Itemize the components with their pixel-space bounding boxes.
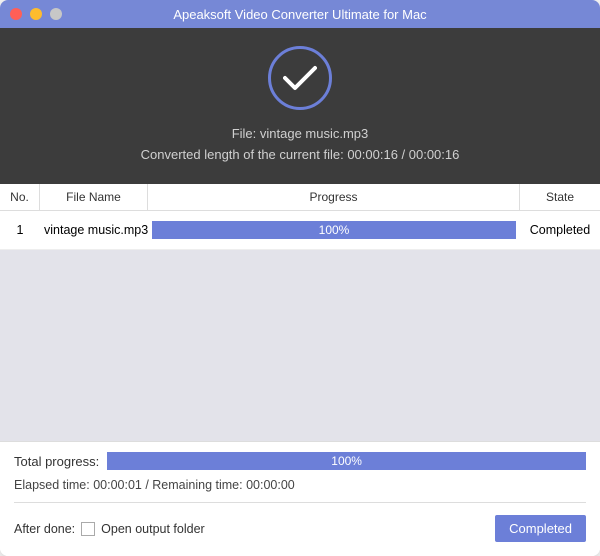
cell-state: Completed — [520, 213, 600, 247]
traffic-lights — [10, 8, 62, 20]
table-row: 1 vintage music.mp3 100% Completed — [0, 211, 600, 250]
after-done-row: After done: Open output folder Completed — [14, 515, 586, 542]
total-progress-label: Total progress: — [14, 454, 99, 469]
minimize-icon[interactable] — [30, 8, 42, 20]
maximize-icon[interactable] — [50, 8, 62, 20]
status-panel: File: vintage music.mp3 Converted length… — [0, 28, 600, 184]
cell-no: 1 — [0, 213, 40, 247]
open-output-folder-checkbox[interactable] — [81, 522, 95, 536]
col-header-no: No. — [0, 184, 40, 210]
completed-button[interactable]: Completed — [495, 515, 586, 542]
titlebar: Apeaksoft Video Converter Ultimate for M… — [0, 0, 600, 28]
total-progress-row: Total progress: 100% — [14, 452, 586, 470]
open-output-folder-label: Open output folder — [101, 522, 205, 536]
app-window: Apeaksoft Video Converter Ultimate for M… — [0, 0, 600, 556]
close-icon[interactable] — [10, 8, 22, 20]
after-done-left: After done: Open output folder — [14, 522, 205, 536]
cell-file-name: vintage music.mp3 — [40, 213, 148, 247]
current-file-label: File: vintage music.mp3 — [232, 126, 369, 141]
col-header-progress: Progress — [148, 184, 520, 210]
total-progress-bar: 100% — [107, 452, 586, 470]
cell-progress: 100% — [148, 211, 520, 249]
converted-length-label: Converted length of the current file: 00… — [141, 147, 460, 162]
row-progress-bar: 100% — [152, 221, 516, 239]
col-header-state: State — [520, 184, 600, 210]
checkmark-icon — [268, 46, 332, 110]
table-body: 1 vintage music.mp3 100% Completed — [0, 211, 600, 441]
table-header: No. File Name Progress State — [0, 184, 600, 211]
after-done-label: After done: — [14, 522, 75, 536]
window-title: Apeaksoft Video Converter Ultimate for M… — [0, 7, 600, 22]
col-header-file-name: File Name — [40, 184, 148, 210]
bottom-panel: Total progress: 100% Elapsed time: 00:00… — [0, 441, 600, 556]
elapsed-remaining-label: Elapsed time: 00:00:01 / Remaining time:… — [14, 478, 586, 503]
